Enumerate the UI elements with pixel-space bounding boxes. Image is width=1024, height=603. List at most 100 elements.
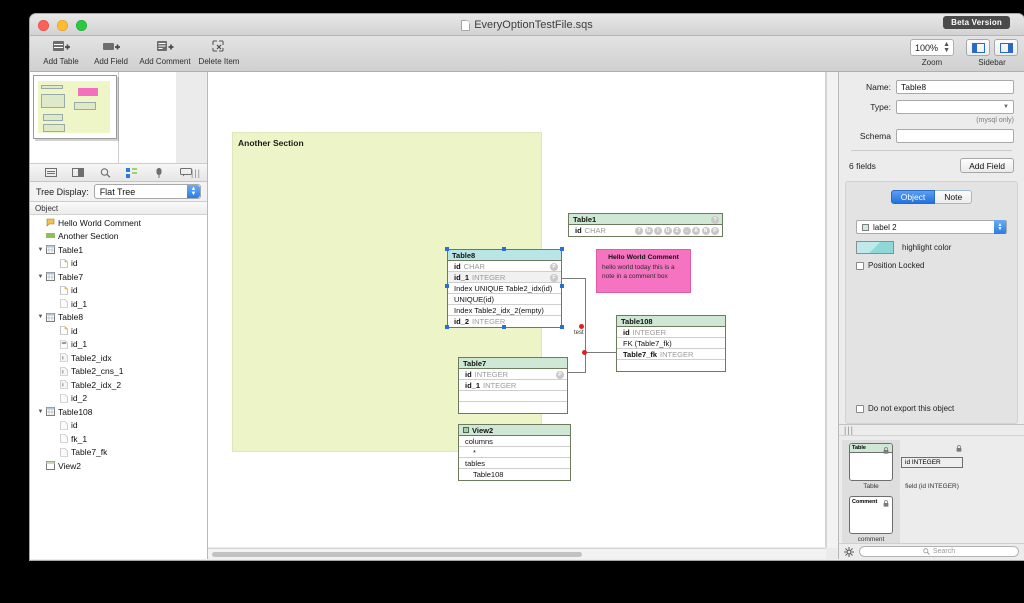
diagram-canvas[interactable]: Another Section Table1 ? id CHAR ?fzIUZ↔…	[208, 72, 838, 559]
relationship-endpoint-dot[interactable]	[579, 324, 584, 329]
entity-index-row[interactable]: Index Table2_idx_2(empty)	[448, 305, 561, 316]
name-input[interactable]: Table8	[896, 80, 1014, 94]
entity-empty-row[interactable]	[459, 391, 567, 402]
canvas-vertical-scrollbar[interactable]	[826, 72, 838, 548]
add-field-button[interactable]: Add Field	[86, 36, 136, 66]
tree-item-table2-idx-2[interactable]: Table2_idx_2	[30, 378, 207, 392]
label-select[interactable]: label 2 ▲▼	[856, 220, 1007, 234]
selection-handle[interactable]	[560, 247, 564, 251]
page-thumbnail-panel[interactable]	[30, 72, 207, 164]
gear-icon[interactable]	[844, 547, 854, 557]
selection-handle[interactable]	[502, 247, 506, 251]
field-badge-icon[interactable]: I	[654, 227, 662, 235]
tab-object[interactable]: Object	[891, 190, 936, 204]
tree-item-id[interactable]: id	[30, 284, 207, 298]
selection-handle[interactable]	[502, 325, 506, 329]
entity-table8[interactable]: Table8 id CHAR P id_1 INTEGER F Index UN…	[447, 249, 562, 328]
entity-index-row[interactable]: UNIQUE(id)	[448, 294, 561, 305]
entity-table108[interactable]: Table108 id INTEGER FK (Table7_fk) Table…	[616, 315, 726, 372]
entity-empty-row[interactable]	[617, 360, 725, 371]
panel-resize-grip[interactable]: |||	[191, 168, 201, 178]
entity-header[interactable]: Table8	[448, 250, 561, 261]
view-column-row[interactable]: *	[459, 447, 570, 458]
tab-note[interactable]: Note	[935, 190, 972, 204]
entity-field-row[interactable]: id CHAR ?fzIUZ↔ANP	[569, 225, 722, 236]
field-badge-icon[interactable]: A	[692, 227, 700, 235]
tree-item-table7[interactable]: ▼Table7	[30, 270, 207, 284]
add-comment-button[interactable]: Add Comment	[136, 36, 194, 66]
selection-handle[interactable]	[560, 325, 564, 329]
object-tree[interactable]: Hello World CommentAnother Section▼Table…	[30, 215, 207, 559]
tree-item-view2[interactable]: View2	[30, 459, 207, 473]
field-badge-icon[interactable]: P	[711, 227, 719, 235]
list-icon[interactable]	[45, 167, 58, 178]
tree-item-id[interactable]: id	[30, 419, 207, 433]
delete-item-button[interactable]: Delete Item	[194, 36, 244, 66]
tree-item-id-1[interactable]: id_1	[30, 338, 207, 352]
tree-item-hello-world-comment[interactable]: Hello World Comment	[30, 216, 207, 230]
entity-header[interactable]: View2	[459, 425, 570, 436]
tree-item-table8[interactable]: ▼Table8	[30, 311, 207, 325]
field-badge-icon[interactable]: U	[664, 227, 672, 235]
entity-empty-row[interactable]	[459, 402, 567, 413]
entity-field-row[interactable]: id_1 INTEGER F	[448, 272, 561, 283]
do-not-export-checkbox[interactable]	[856, 405, 864, 413]
palette-item-field[interactable]: id INTEGER field (id INTEGER)	[900, 440, 964, 493]
zoom-stepper-icon[interactable]: ▲▼	[943, 42, 950, 54]
position-locked-checkbox[interactable]	[856, 262, 864, 270]
palette-item-table[interactable]: Table Table	[842, 440, 900, 493]
toggle-right-sidebar-button[interactable]	[994, 39, 1018, 56]
tree-item-id-1[interactable]: id_1	[30, 297, 207, 311]
view-table-row[interactable]: Table108	[459, 469, 570, 480]
entity-field-row[interactable]: id_1 INTEGER	[459, 380, 567, 391]
object-column-header[interactable]: Object	[30, 202, 207, 215]
tree-item-id[interactable]: id	[30, 324, 207, 338]
tree-item-table108[interactable]: ▼Table108	[30, 405, 207, 419]
zoom-input[interactable]: 100% ▲▼	[910, 39, 954, 56]
entity-field-row[interactable]: Table7_fk INTEGER	[617, 349, 725, 360]
field-badge-icon[interactable]: N	[702, 227, 710, 235]
toggle-left-sidebar-button[interactable]	[966, 39, 990, 56]
palette-search-input[interactable]: Search	[859, 546, 1019, 557]
disclosure-triangle-icon[interactable]: ▼	[36, 314, 45, 320]
add-table-button[interactable]: Add Table	[36, 36, 86, 66]
field-badge-icon[interactable]: ↔	[683, 227, 691, 235]
scrollbar-thumb[interactable]	[212, 552, 582, 557]
entity-view2[interactable]: View2 columns * tables Table108	[458, 424, 571, 481]
entity-table7[interactable]: Table7 id INTEGER P id_1 INTEGER	[458, 357, 568, 414]
highlight-color-swatch[interactable]	[856, 241, 894, 254]
type-select[interactable]: ▼	[896, 100, 1014, 114]
selection-handle[interactable]	[445, 247, 449, 251]
palette-field-thumbnail[interactable]: id INTEGER	[901, 457, 963, 468]
field-badge-icon[interactable]: Z	[673, 227, 681, 235]
tree-icon[interactable]	[126, 167, 139, 178]
palette-comment-thumbnail[interactable]: Comment	[849, 496, 893, 534]
field-badge-icon[interactable]: ?	[635, 227, 643, 235]
columns-icon[interactable]	[72, 167, 85, 178]
page-thumbnail[interactable]	[33, 75, 117, 139]
tree-item-table2-cns-1[interactable]: Table2_cns_1	[30, 365, 207, 379]
relationship-endpoint-dot[interactable]	[582, 350, 587, 355]
tree-item-table7-fk[interactable]: Table7_fk	[30, 446, 207, 460]
disclosure-triangle-icon[interactable]: ▼	[36, 247, 45, 253]
tree-item-fk-1[interactable]: fk_1	[30, 432, 207, 446]
position-locked-row[interactable]: Position Locked	[856, 261, 1007, 270]
pin-icon[interactable]	[153, 167, 166, 178]
entity-index-row[interactable]: Index UNIQUE Table2_idx(id)	[448, 283, 561, 294]
entity-field-row[interactable]: id INTEGER	[617, 327, 725, 338]
field-badge-icon[interactable]: fz	[645, 227, 653, 235]
disclosure-triangle-icon[interactable]: ▼	[36, 409, 45, 415]
entity-header[interactable]: Table1 ?	[569, 214, 722, 225]
selection-handle[interactable]	[560, 284, 564, 288]
relationship-line[interactable]	[585, 278, 586, 352]
view-section-row[interactable]: columns	[459, 436, 570, 447]
view-section-row[interactable]: tables	[459, 458, 570, 469]
selection-handle[interactable]	[445, 325, 449, 329]
tree-item-table1[interactable]: ▼Table1	[30, 243, 207, 257]
schema-input[interactable]	[896, 129, 1014, 143]
relationship-line[interactable]	[585, 352, 617, 353]
palette-table-thumbnail[interactable]: Table	[849, 443, 893, 481]
entity-table1[interactable]: Table1 ? id CHAR ?fzIUZ↔ANP	[568, 213, 723, 237]
add-field-button[interactable]: Add Field	[960, 158, 1014, 173]
tree-item-another-section[interactable]: Another Section	[30, 230, 207, 244]
